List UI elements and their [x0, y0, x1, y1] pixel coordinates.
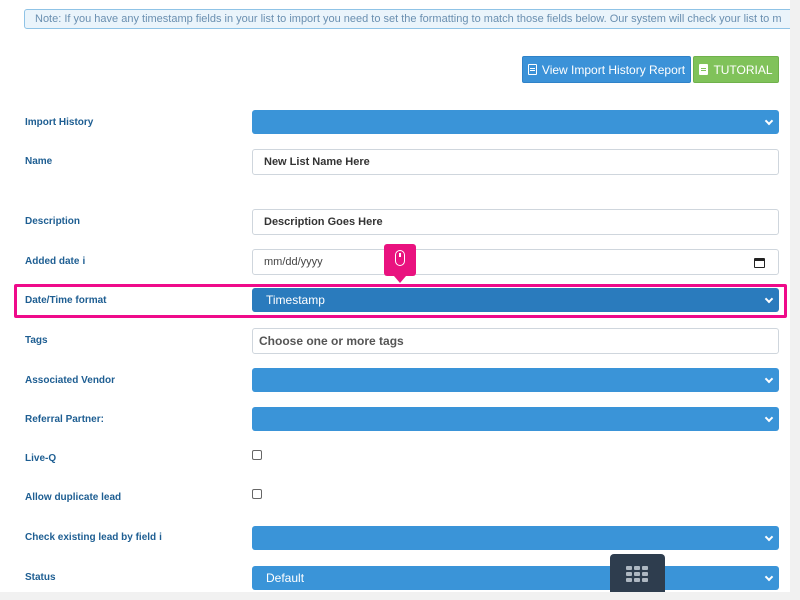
status-value: Default — [266, 571, 305, 585]
added-date-value: mm/dd/yyyy — [264, 256, 323, 268]
live-q-checkbox[interactable] — [252, 450, 262, 460]
description-field[interactable]: Description Goes Here — [252, 209, 779, 235]
tutorial-button[interactable]: TUTORIAL — [693, 56, 779, 83]
cursor-indicator — [384, 244, 416, 283]
tags-label: Tags — [25, 335, 48, 346]
horizontal-scrollbar[interactable] — [0, 592, 790, 600]
description-label: Description — [25, 216, 81, 227]
datetime-format-select[interactable]: Timestamp — [252, 288, 779, 312]
view-import-history-label: View Import History Report — [541, 62, 686, 77]
status-label: Status — [25, 572, 56, 583]
import-history-select[interactable] — [252, 110, 779, 134]
associated-vendor-select[interactable] — [252, 368, 779, 392]
allow-duplicate-checkbox[interactable] — [252, 489, 262, 499]
import-note-banner: Note: If you have any timestamp fields i… — [24, 9, 800, 29]
check-existing-label-text: Check existing lead by field — [25, 532, 157, 543]
grid-icon — [626, 566, 648, 582]
chevron-down-icon — [764, 572, 774, 582]
check-existing-label: Check existing lead by field i — [25, 532, 162, 543]
name-label: Name — [25, 156, 53, 167]
added-date-field[interactable]: mm/dd/yyyy — [252, 249, 779, 275]
chevron-down-icon — [764, 374, 774, 384]
check-existing-select[interactable] — [252, 526, 779, 550]
name-field[interactable]: New List Name Here — [252, 149, 779, 175]
status-select[interactable]: Default — [252, 566, 779, 590]
allow-duplicate-label: Allow duplicate lead — [25, 492, 122, 503]
chevron-down-icon — [764, 116, 774, 126]
import-history-label: Import History — [25, 117, 94, 128]
info-icon: i — [82, 256, 86, 267]
associated-vendor-label: Associated Vendor — [25, 375, 116, 386]
chevron-down-icon — [764, 413, 774, 423]
referral-partner-select[interactable] — [252, 407, 779, 431]
datetime-format-label: Date/Time format — [25, 295, 107, 306]
view-import-history-button[interactable]: View Import History Report — [522, 56, 691, 83]
calendar-icon[interactable] — [754, 258, 765, 268]
chevron-down-icon — [764, 532, 774, 542]
file-icon — [699, 64, 709, 75]
vertical-scrollbar[interactable] — [790, 0, 800, 600]
tags-input[interactable]: Choose one or more tags — [252, 328, 779, 354]
chevron-down-icon — [764, 294, 774, 304]
live-q-label: Live-Q — [25, 453, 57, 464]
tutorial-label: TUTORIAL — [713, 62, 773, 77]
referral-partner-label: Referral Partner: — [25, 414, 104, 425]
datetime-format-value: Timestamp — [266, 293, 325, 307]
info-icon: i — [159, 532, 162, 543]
added-date-label-text: Added date — [25, 256, 80, 267]
document-icon — [527, 64, 537, 75]
added-date-label: Added date i — [25, 256, 85, 267]
mouse-icon — [395, 250, 405, 266]
